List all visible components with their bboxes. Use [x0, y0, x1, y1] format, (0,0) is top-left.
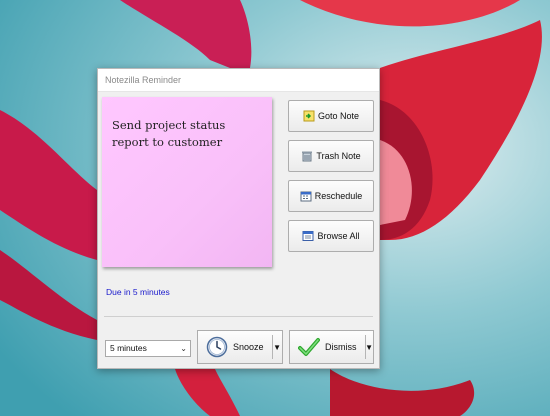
- snooze-label: Snooze: [233, 342, 264, 352]
- reminder-window: Notezilla Reminder Send project status r…: [97, 68, 380, 369]
- snooze-main[interactable]: Snooze: [198, 331, 272, 363]
- goto-note-button[interactable]: Goto Note: [288, 100, 374, 132]
- snooze-duration-value: 5 minutes: [110, 343, 147, 353]
- trash-icon: [302, 151, 313, 162]
- dismiss-main[interactable]: Dismiss: [290, 331, 365, 363]
- trash-note-button[interactable]: Trash Note: [288, 140, 374, 172]
- snooze-button[interactable]: Snooze ▼: [197, 330, 283, 364]
- note-goto-icon: [303, 110, 315, 122]
- note-text: Send project status report to customer: [112, 118, 226, 149]
- snooze-duration-select[interactable]: 5 minutes ⌄: [105, 340, 191, 357]
- trash-note-label: Trash Note: [316, 151, 361, 161]
- due-status: Due in 5 minutes: [106, 287, 170, 297]
- dismiss-button[interactable]: Dismiss ▼: [289, 330, 374, 364]
- snooze-dropdown-arrow[interactable]: ▼: [272, 343, 282, 352]
- reschedule-button[interactable]: Reschedule: [288, 180, 374, 212]
- browse-all-label: Browse All: [317, 231, 360, 241]
- reschedule-label: Reschedule: [314, 191, 363, 201]
- checkmark-icon: [298, 338, 320, 356]
- goto-note-label: Goto Note: [317, 111, 360, 121]
- chevron-down-icon: ⌄: [180, 344, 187, 353]
- divider: [104, 316, 373, 317]
- reschedule-icon: [300, 191, 312, 202]
- browse-window-icon: [302, 231, 314, 241]
- dismiss-label: Dismiss: [325, 342, 357, 352]
- sticky-note[interactable]: Send project status report to customer: [102, 97, 272, 267]
- dismiss-dropdown-arrow[interactable]: ▼: [365, 343, 373, 352]
- browse-all-button[interactable]: Browse All: [288, 220, 374, 252]
- window-title: Notezilla Reminder: [98, 69, 379, 92]
- clock-icon: [206, 336, 228, 358]
